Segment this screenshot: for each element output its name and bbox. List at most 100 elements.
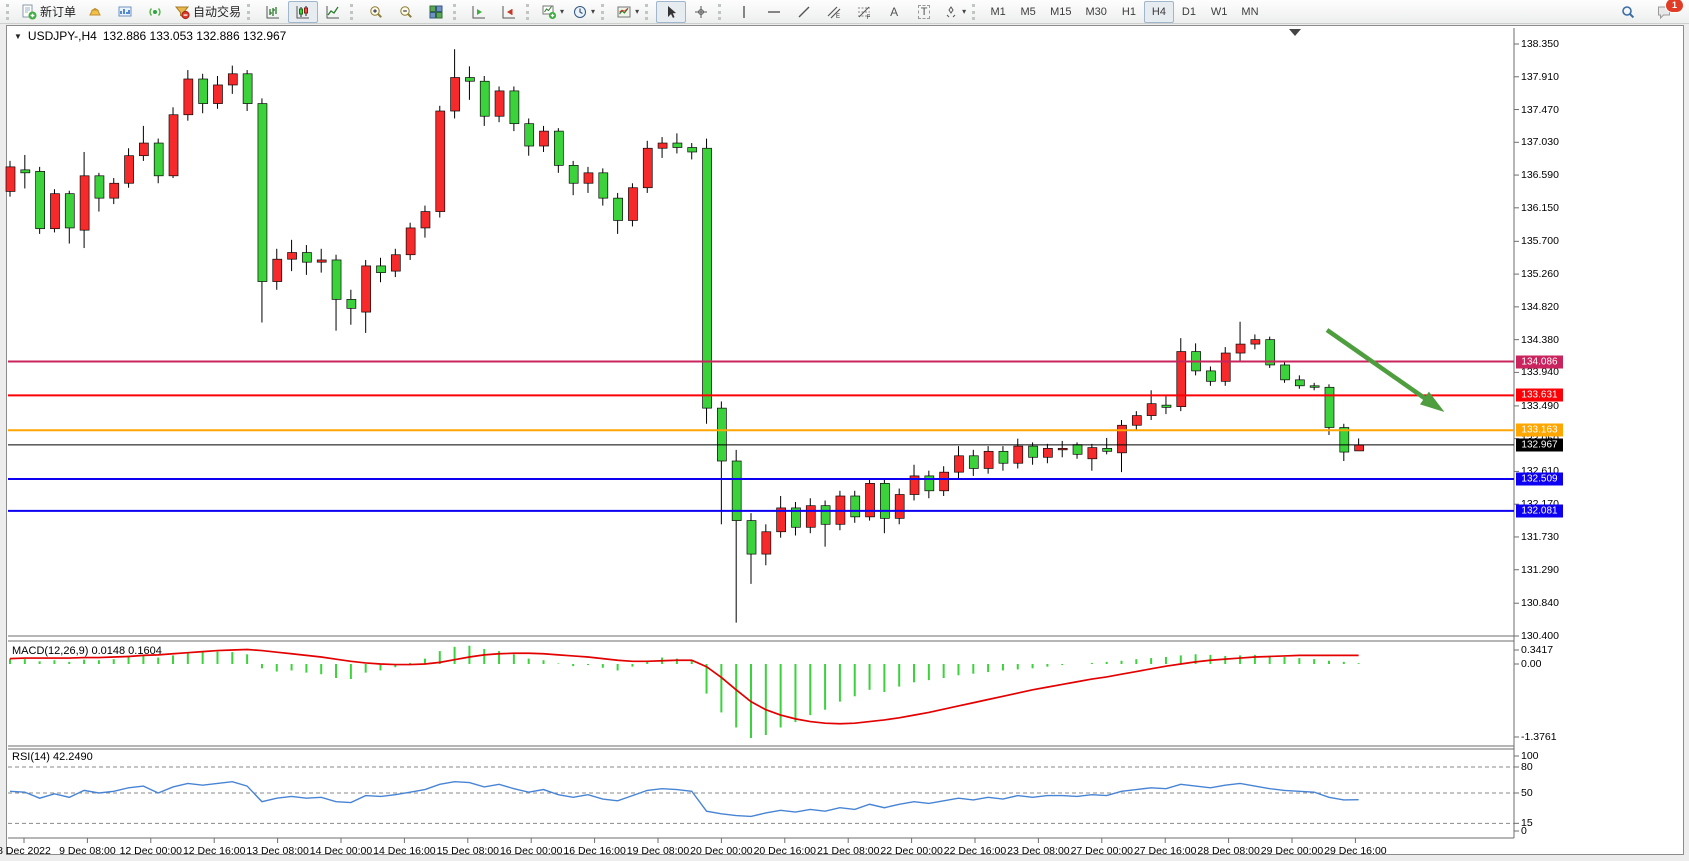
horizontal-line-icon	[766, 4, 782, 20]
chevron-down-icon: ▾	[962, 7, 966, 16]
trendline-icon	[796, 4, 812, 20]
toolbar-grip	[6, 4, 13, 20]
bar-chart-mode-button[interactable]	[258, 1, 288, 23]
timeframe-label: W1	[1208, 6, 1231, 18]
rsi-line	[10, 782, 1359, 817]
symbol-period-label: USDJPY-,H4	[28, 29, 97, 43]
chart-title: ▼ USDJPY-,H4 132.886 133.053 132.886 132…	[14, 29, 286, 43]
text-tool[interactable]: A	[879, 1, 909, 23]
timeframe-m30-button[interactable]: M30	[1079, 1, 1114, 23]
timeframe-label: M30	[1083, 6, 1110, 18]
templates-dropdown[interactable]: ▾	[612, 1, 643, 23]
new-chart-dropdown[interactable]: ▾	[537, 1, 568, 23]
toolbar-grip	[453, 4, 460, 20]
timeframe-m15-button[interactable]: M15	[1043, 1, 1078, 23]
signals-icon-button[interactable]	[140, 1, 170, 23]
chevron-down-icon: ▾	[560, 7, 564, 16]
toolbar-grip	[718, 4, 725, 20]
trendline-tool[interactable]	[789, 1, 819, 23]
new-order-button[interactable]: 新订单	[17, 1, 80, 23]
macd-indicator-label: MACD(12,26,9) 0.0148 0.1604	[12, 645, 162, 657]
periodicity-dropdown[interactable]: ▾	[568, 1, 599, 23]
equidistant-channel-tool[interactable]: E	[819, 1, 849, 23]
timeframe-mn-button[interactable]: MN	[1234, 1, 1265, 23]
toolbar-grip	[526, 4, 533, 20]
tile-windows-button[interactable]	[421, 1, 451, 23]
gold-ingot-icon	[87, 4, 103, 20]
macd-signal-line	[10, 649, 1359, 723]
search-icon	[1620, 4, 1636, 20]
main-toolbar: 新订单 自动交易 ▾ ▾ ▾ E F A T ▾ M1 M5 M15 M30 H…	[0, 0, 1689, 24]
candlestick-icon	[295, 4, 311, 20]
timeframe-w1-button[interactable]: W1	[1204, 1, 1235, 23]
timeframe-m5-button[interactable]: M5	[1013, 1, 1043, 23]
timeframe-d1-button[interactable]: D1	[1174, 1, 1204, 23]
timeframe-h1-button[interactable]: H1	[1114, 1, 1144, 23]
toolbar-grip	[645, 4, 652, 20]
horizontal-line-tool[interactable]	[759, 1, 789, 23]
timeframe-label: M5	[1017, 6, 1038, 18]
toolbar-right-tools: 1	[1613, 1, 1685, 23]
candlestick-mode-button[interactable]	[288, 1, 318, 23]
new-chart-icon	[541, 4, 557, 20]
text-label-tool[interactable]: T	[909, 1, 939, 23]
chart-canvas[interactable]	[0, 0, 1689, 861]
shapes-icon	[943, 4, 959, 20]
vertical-line-icon	[736, 4, 752, 20]
toolbar-grip	[601, 4, 608, 20]
template-icon	[616, 4, 632, 20]
zoom-in-button[interactable]	[361, 1, 391, 23]
auto-trading-icon	[174, 4, 190, 20]
ohlc-values: 132.886 133.053 132.886 132.967	[103, 29, 287, 43]
trend-arrow[interactable]	[1327, 330, 1433, 404]
new-order-icon	[21, 4, 37, 20]
timeframe-label: H4	[1149, 6, 1169, 18]
chart-shift-icon	[471, 4, 487, 20]
zoom-in-icon	[368, 4, 384, 20]
timeframe-label: H1	[1119, 6, 1139, 18]
crosshair-tool-button[interactable]	[686, 1, 716, 23]
crosshair-icon	[693, 4, 709, 20]
timeframe-label: MN	[1238, 6, 1261, 18]
text-label-icon: T	[918, 5, 931, 19]
candles-layer	[6, 49, 1364, 622]
gold-ingot-icon-button[interactable]	[80, 1, 110, 23]
fibonacci-tool[interactable]: F	[849, 1, 879, 23]
timeframe-label: M15	[1047, 6, 1074, 18]
text-tool-icon: A	[890, 5, 898, 19]
channel-icon: E	[826, 4, 842, 20]
notifications-button[interactable]: 1	[1649, 1, 1679, 23]
timeframe-h4-button[interactable]: H4	[1144, 1, 1174, 23]
cursor-icon	[663, 4, 679, 20]
svg-text:E: E	[836, 14, 840, 20]
cursor-tool-button[interactable]	[656, 1, 686, 23]
market-watch-icon	[117, 4, 133, 20]
timeframe-label: M1	[987, 6, 1008, 18]
line-chart-mode-button[interactable]	[318, 1, 348, 23]
chevron-down-icon: ▾	[591, 7, 595, 16]
timeframe-m1-button[interactable]: M1	[983, 1, 1013, 23]
search-button[interactable]	[1613, 1, 1643, 23]
notification-count-badge: 1	[1665, 0, 1684, 13]
signals-icon	[147, 4, 163, 20]
timeframe-label: D1	[1179, 6, 1199, 18]
toolbar-grip	[350, 4, 357, 20]
zoom-out-button[interactable]	[391, 1, 421, 23]
line-chart-icon	[325, 4, 341, 20]
new-order-label: 新订单	[40, 3, 76, 20]
market-watch-icon-button[interactable]	[110, 1, 140, 23]
zoom-out-icon	[398, 4, 414, 20]
chart-shift-button[interactable]	[464, 1, 494, 23]
auto-trading-label: 自动交易	[193, 3, 241, 20]
auto-trading-button[interactable]: 自动交易	[170, 1, 245, 23]
bar-chart-icon	[265, 4, 281, 20]
svg-text:F: F	[867, 15, 871, 20]
rsi-indicator-label: RSI(14) 42.2490	[12, 751, 93, 763]
chart-shift-marker[interactable]	[1289, 29, 1301, 36]
one-click-trading-arrow-icon[interactable]: ▼	[14, 32, 22, 41]
fibonacci-icon: F	[856, 4, 872, 20]
toolbar-grip	[247, 4, 254, 20]
vertical-line-tool[interactable]	[729, 1, 759, 23]
shapes-dropdown[interactable]: ▾	[939, 1, 970, 23]
auto-scroll-button[interactable]	[494, 1, 524, 23]
